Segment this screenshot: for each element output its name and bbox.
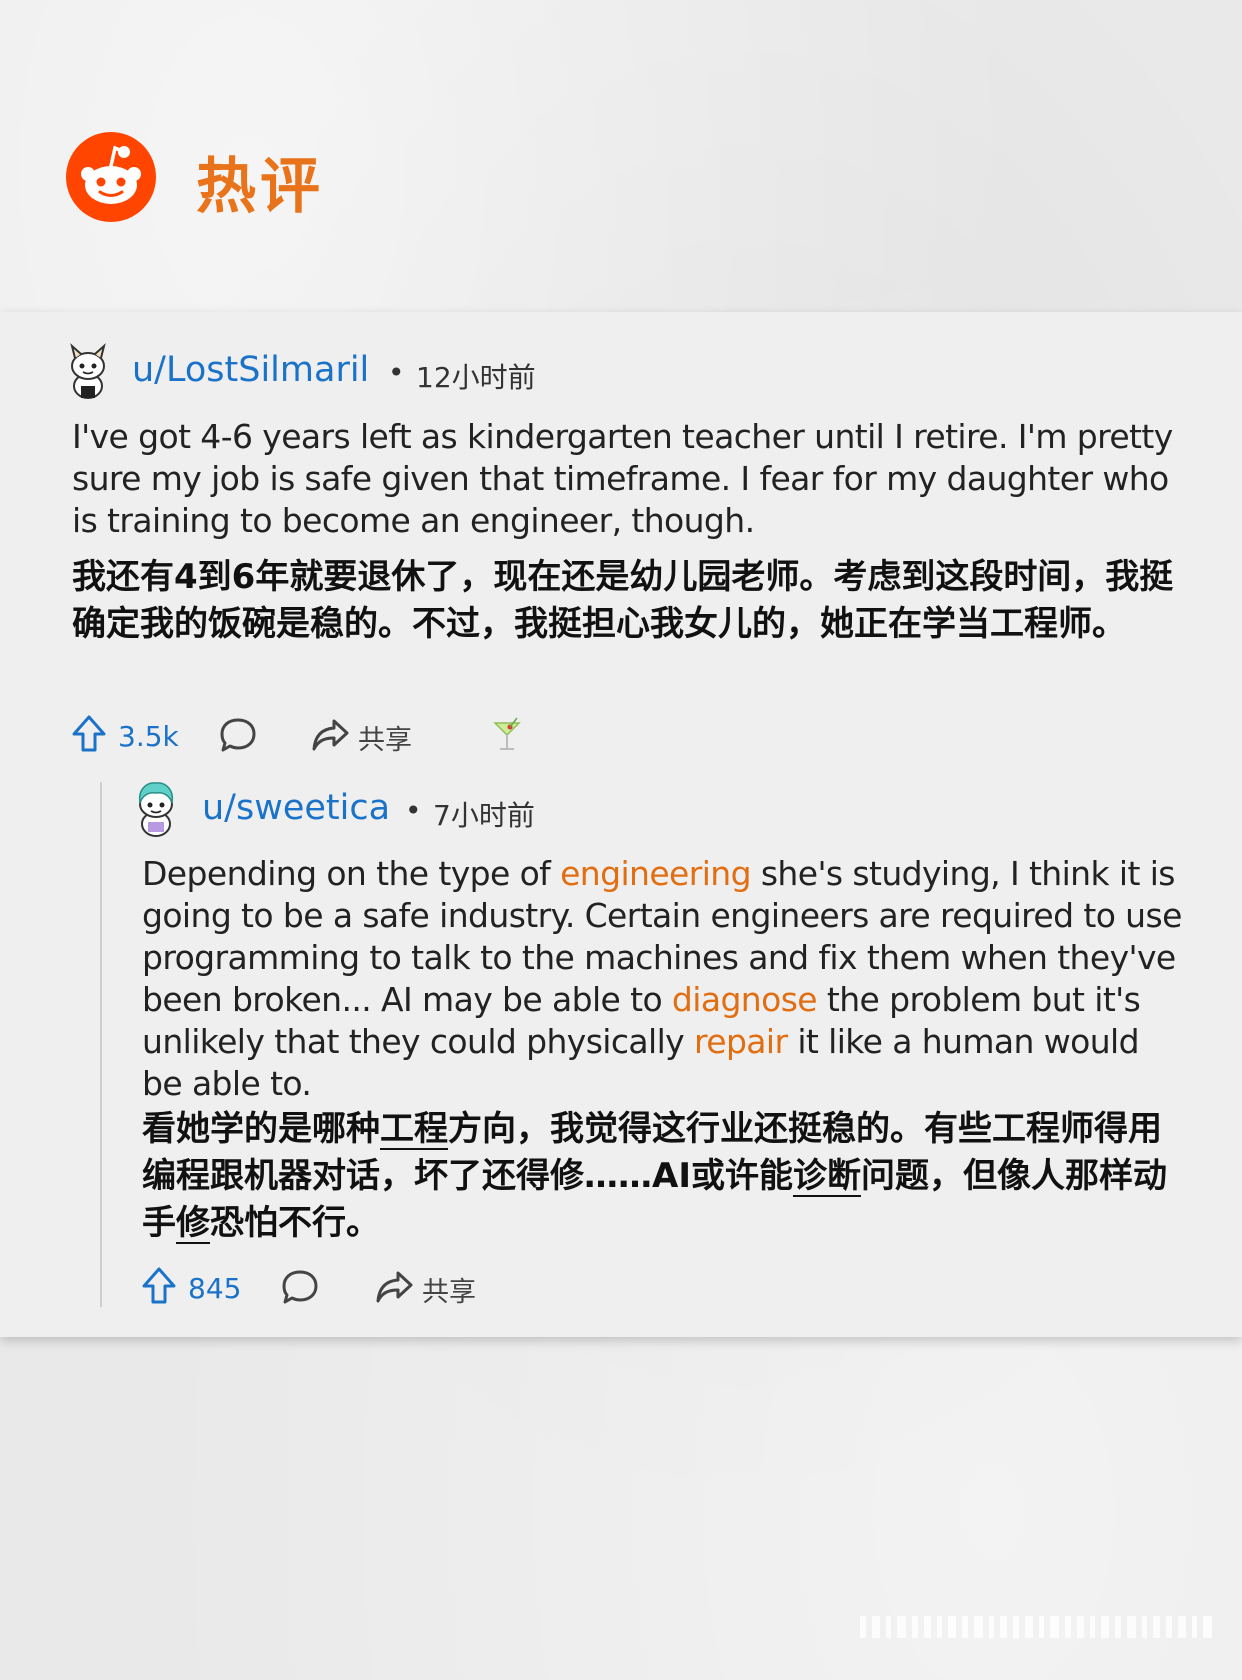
share-label: 共享 [422,1277,476,1308]
underlined-word: 诊断 [792,1156,861,1196]
upvote-count: 845 [188,1272,242,1305]
share-label: 共享 [358,725,412,756]
separator-dot: • [388,356,405,389]
comment-bubble-icon[interactable] [218,716,258,759]
comment-body-chinese: 看她学的是哪种工程方向，我觉得这行业还挺稳的。有些工程师得用编程跟机器对话，坏了… [142,1106,1182,1247]
upvote-count: 3.5k [118,720,179,753]
upvote-button[interactable]: 845 [140,1266,241,1311]
comment-bubble-icon[interactable] [280,1268,320,1311]
comment-card: u/LostSilmaril • 12小时前 I've got 4-6 year… [0,312,1242,1337]
underlined-word: 修 [176,1203,210,1243]
watermark-decoration [860,1612,1230,1642]
separator-dot: • [405,794,422,827]
cocktail-award-icon[interactable] [490,716,524,754]
comment-username[interactable]: u/LostSilmaril [132,350,369,390]
upvote-arrow-icon[interactable] [140,1266,178,1311]
highlight-word: diagnose [671,980,818,1019]
snoo-avatar-icon[interactable] [66,342,110,400]
reply-button[interactable] [280,1268,320,1311]
share-arrow-icon[interactable] [374,1268,414,1311]
upvote-button[interactable]: 3.5k [70,714,179,759]
comment-body-chinese: 我还有4到6年就要退休了，现在还是幼儿园老师。考虑到这段时间，我挺确定我的饭碗是… [72,557,1174,644]
comment-actions: 3.5k 共享 [70,714,570,758]
comment-body-english: I've got 4-6 years left as kindergarten … [72,417,1173,540]
thread-line [100,782,102,1307]
snoo-avatar-icon[interactable] [134,780,178,838]
page-title: 热评 [196,152,324,222]
comment-body-english: Depending on the type of engineering she… [142,853,1182,1105]
share-arrow-icon[interactable] [310,716,350,759]
comment-username[interactable]: u/sweetica [202,788,390,828]
upvote-arrow-icon[interactable] [70,714,108,759]
page-header: 热评 [66,132,566,224]
text-segment: Depending on the type of [142,854,561,893]
share-button[interactable]: 共享 [374,1268,476,1311]
comment-actions: 845 共享 [140,1266,540,1310]
reply-button[interactable] [218,716,258,759]
share-button[interactable]: 共享 [310,716,412,759]
highlight-word: engineering [560,854,751,893]
text-segment: 恐怕不行。 [210,1203,380,1243]
comment-timestamp: 7小时前 [433,799,535,832]
comment-timestamp: 12小时前 [416,361,536,394]
highlight-word: repair [694,1022,788,1061]
reddit-snoo-icon [66,132,156,222]
underlined-word: 工程 [380,1109,448,1149]
text-segment: 看她学的是哪种 [142,1109,380,1149]
